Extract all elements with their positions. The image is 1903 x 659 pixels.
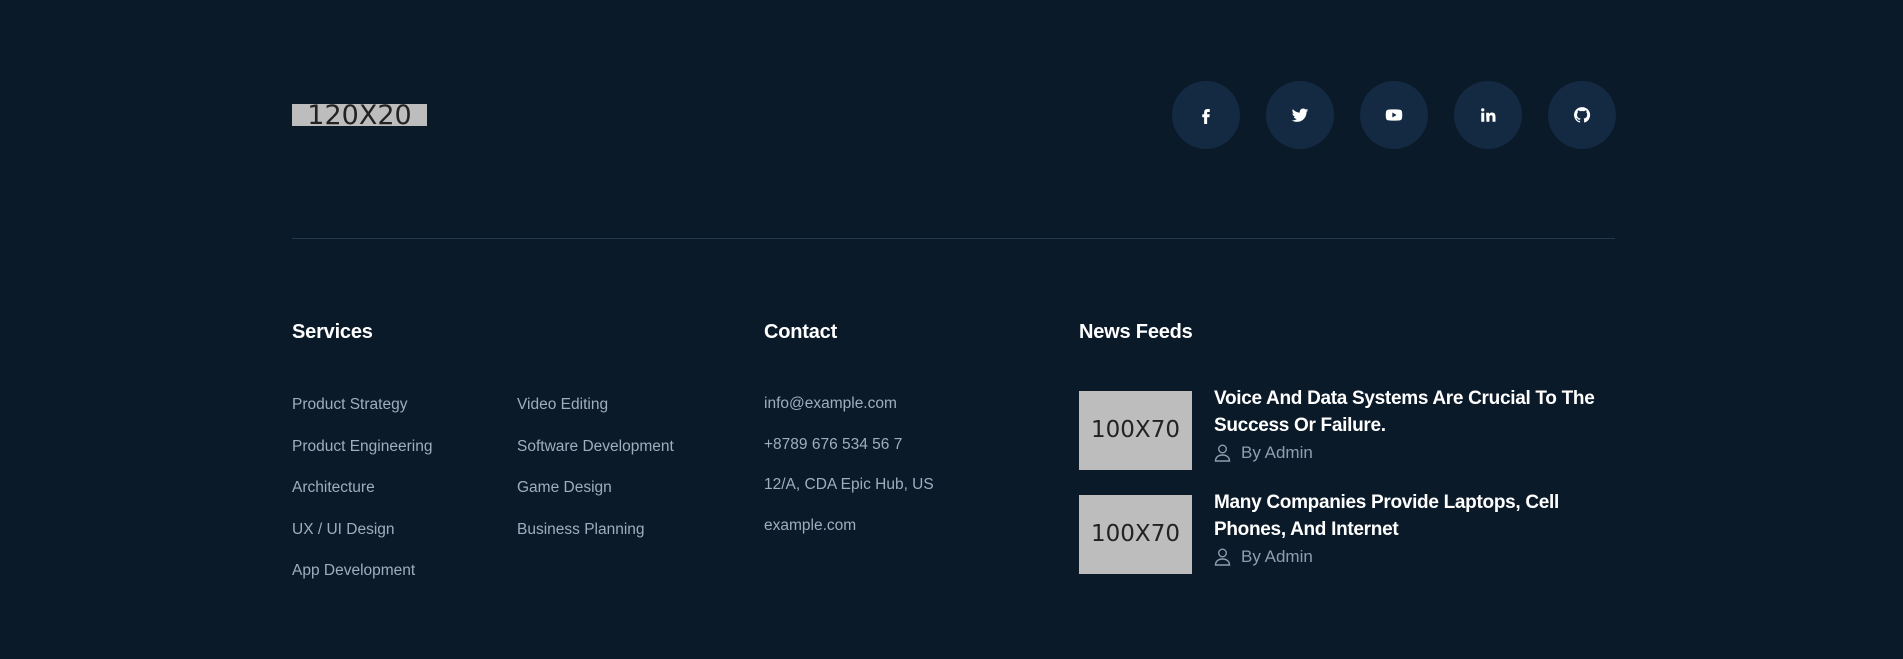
services-list-col2: Video Editing Software Development Game … xyxy=(517,395,674,561)
social-links xyxy=(1172,81,1616,149)
news-thumbnail[interactable]: 100X70 xyxy=(1079,391,1192,470)
news-meta: By Admin xyxy=(1214,443,1313,463)
service-link[interactable]: Business Planning xyxy=(517,520,674,562)
service-link[interactable]: Product Strategy xyxy=(292,395,432,437)
news-thumbnail[interactable]: 100X70 xyxy=(1079,495,1192,574)
services-heading: Services xyxy=(292,321,373,343)
news-title-link[interactable]: Many Companies Provide Laptops, Cell Pho… xyxy=(1214,489,1614,543)
contact-phone[interactable]: +8789 676 534 56 7 xyxy=(764,435,934,476)
contact-list: info@example.com +8789 676 534 56 7 12/A… xyxy=(764,394,934,556)
youtube-icon xyxy=(1385,109,1403,121)
github-icon xyxy=(1574,107,1591,123)
youtube-button[interactable] xyxy=(1360,81,1428,149)
contact-heading: Contact xyxy=(764,321,838,343)
services-list-col1: Product Strategy Product Engineering Arc… xyxy=(292,395,432,603)
news-item: 100X70 Voice And Data Systems Are Crucia… xyxy=(1079,388,1619,473)
service-link[interactable]: Video Editing xyxy=(517,395,674,437)
user-icon xyxy=(1214,548,1231,566)
news-title-link[interactable]: Voice And Data Systems Are Crucial To Th… xyxy=(1214,385,1614,439)
service-link[interactable]: Game Design xyxy=(517,478,674,520)
contact-website[interactable]: example.com xyxy=(764,516,934,557)
twitter-button[interactable] xyxy=(1266,81,1334,149)
news-author[interactable]: By Admin xyxy=(1241,443,1313,463)
facebook-button[interactable] xyxy=(1172,81,1240,149)
footer-divider xyxy=(292,238,1615,239)
news-author[interactable]: By Admin xyxy=(1241,547,1313,567)
news-meta: By Admin xyxy=(1214,547,1313,567)
user-icon xyxy=(1214,444,1231,462)
news-feeds-heading: News Feeds xyxy=(1079,321,1193,343)
twitter-icon xyxy=(1291,108,1309,122)
contact-email[interactable]: info@example.com xyxy=(764,394,934,435)
linkedin-icon xyxy=(1481,108,1496,122)
service-link[interactable]: UX / UI Design xyxy=(292,520,432,562)
facebook-icon xyxy=(1202,109,1210,124)
github-button[interactable] xyxy=(1548,81,1616,149)
logo-placeholder[interactable]: 120X20 xyxy=(292,102,427,129)
news-item: 100X70 Many Companies Provide Laptops, C… xyxy=(1079,492,1619,577)
service-link[interactable]: Software Development xyxy=(517,437,674,479)
linkedin-button[interactable] xyxy=(1454,81,1522,149)
service-link[interactable]: Product Engineering xyxy=(292,437,432,479)
service-link[interactable]: Architecture xyxy=(292,478,432,520)
service-link[interactable]: App Development xyxy=(292,561,432,603)
contact-address: 12/A, CDA Epic Hub, US xyxy=(764,476,934,493)
